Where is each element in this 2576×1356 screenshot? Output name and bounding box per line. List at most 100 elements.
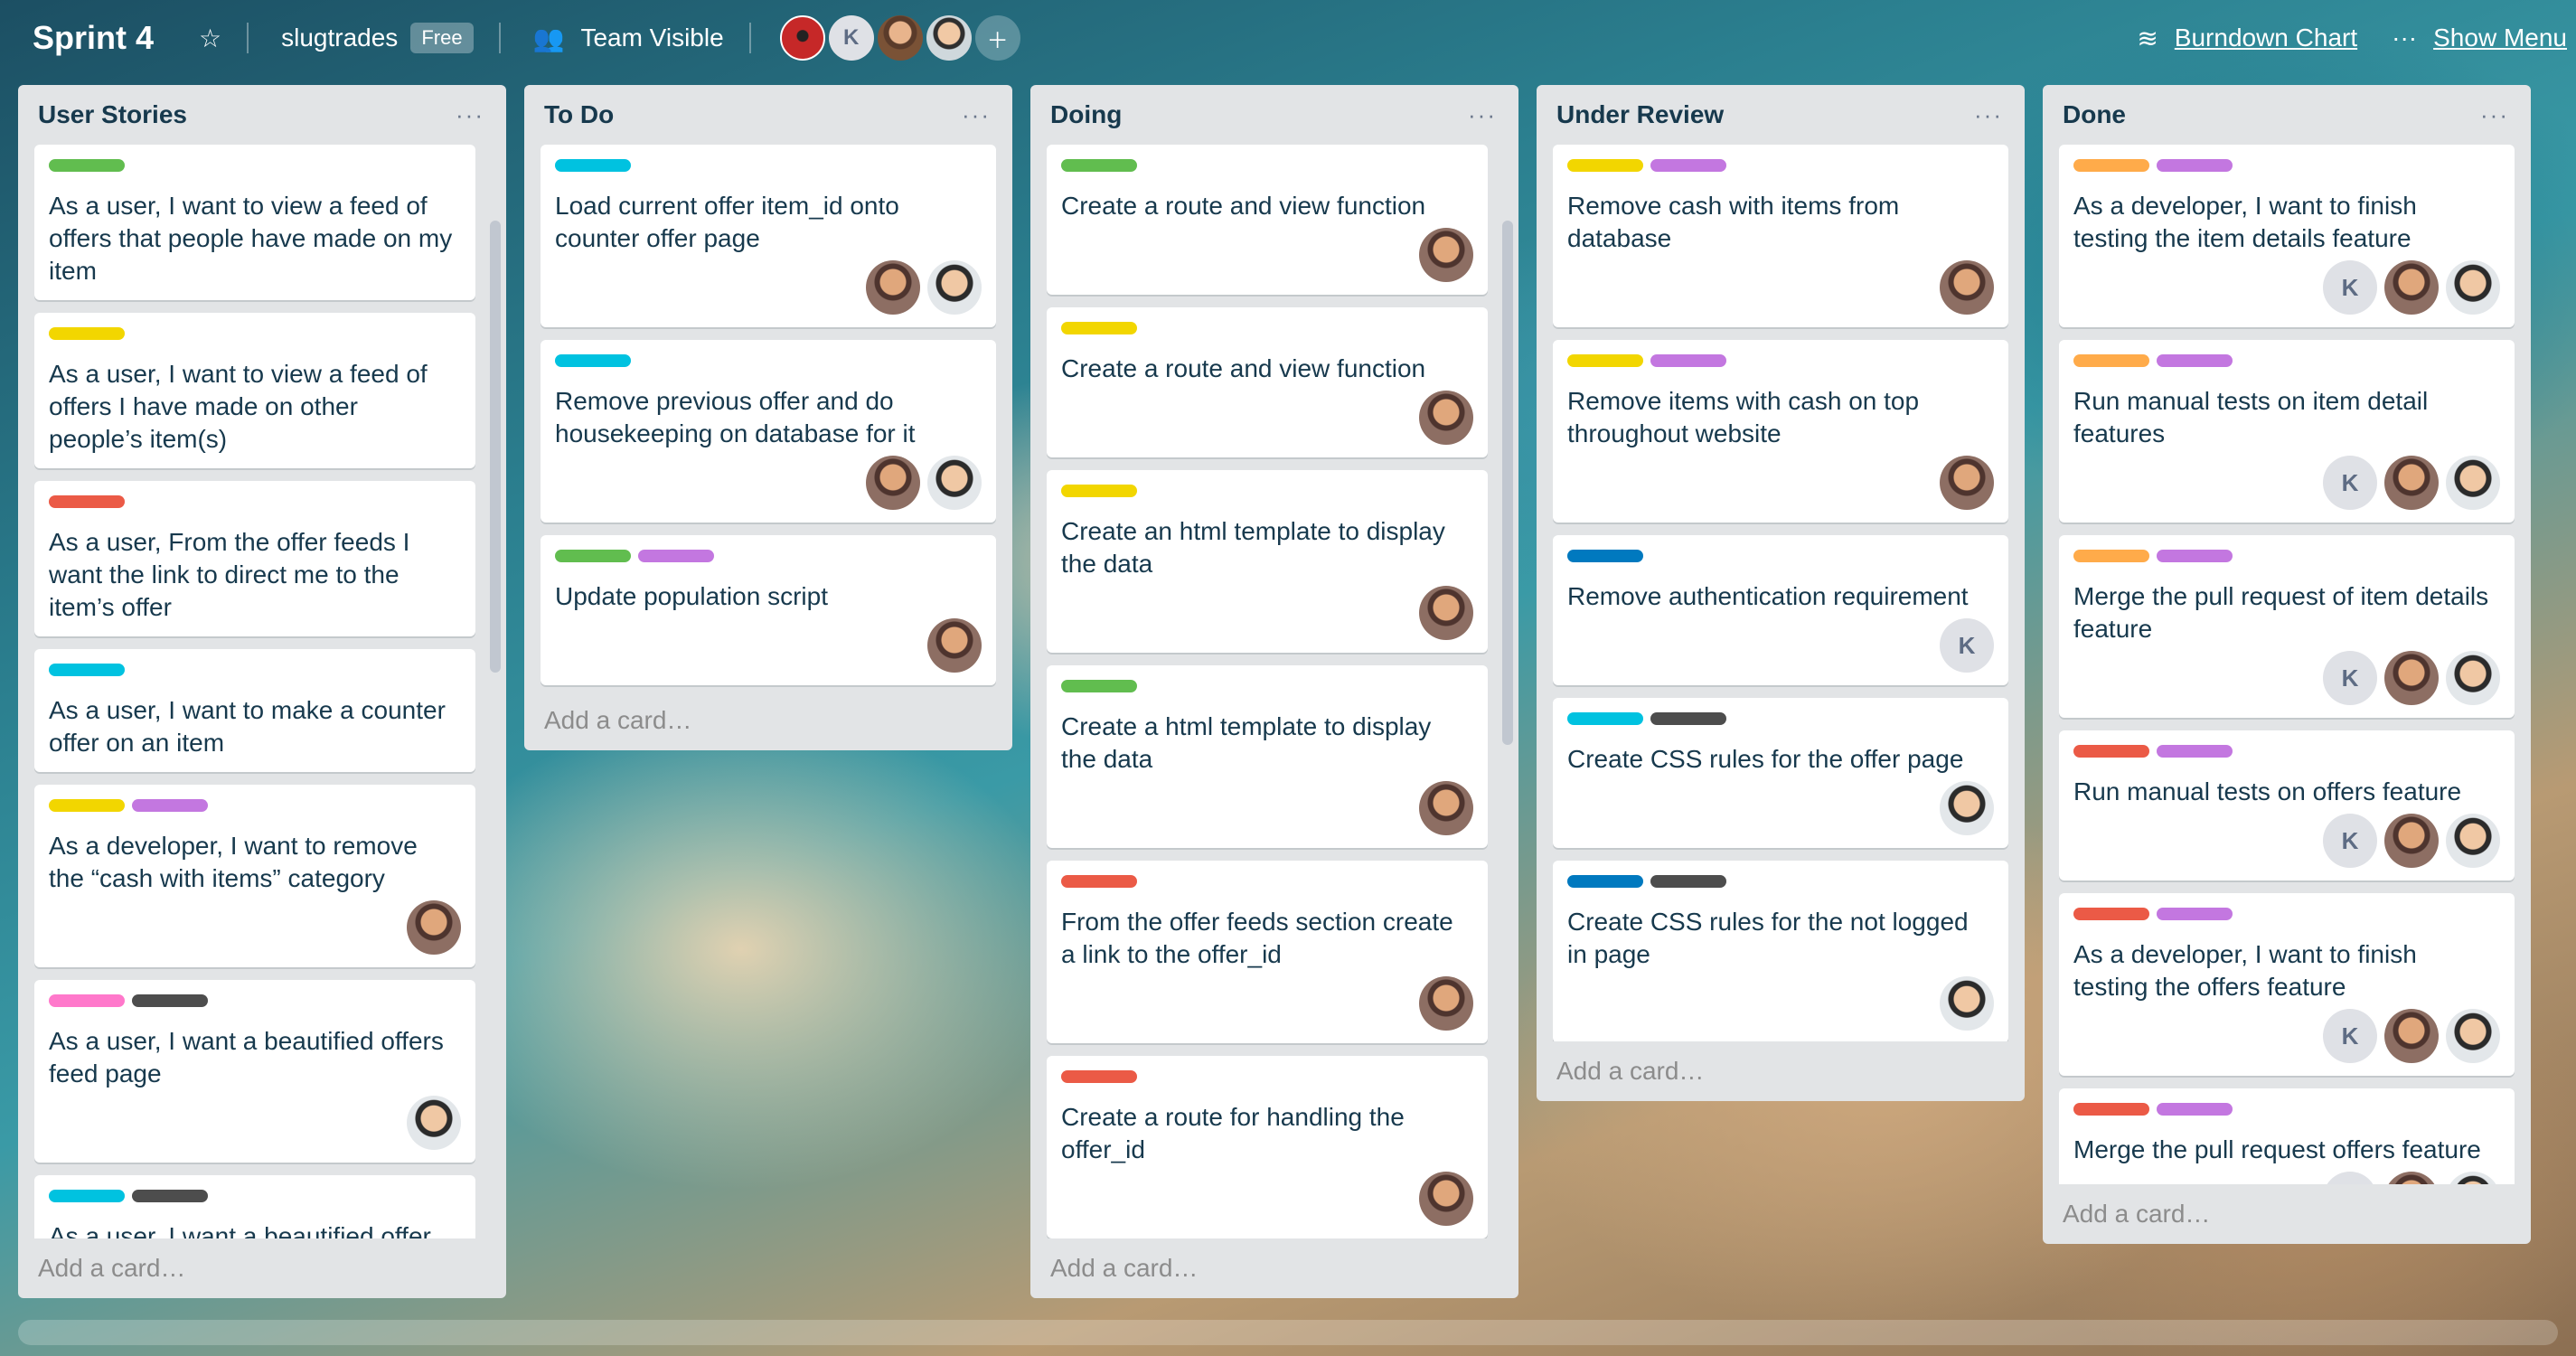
card[interactable]: As a developer, I want to remove the “ca… (34, 785, 475, 967)
card[interactable]: Create a route and view function (1047, 145, 1488, 295)
horizontal-scrollbar[interactable] (18, 1320, 2558, 1345)
card[interactable]: As a user, I want to view a feed of offe… (34, 145, 475, 300)
card[interactable]: Run manual tests on offers feature K (2059, 730, 2515, 880)
card-members (49, 1096, 461, 1150)
card-title: As a developer, I want to finish testing… (2073, 192, 2417, 252)
avatar[interactable] (866, 260, 920, 315)
avatar[interactable] (1940, 260, 1994, 315)
avatar[interactable] (2446, 814, 2500, 868)
list-menu-icon[interactable]: ··· (1974, 101, 2003, 129)
card[interactable]: Create a route for handling the offer_id (1047, 1056, 1488, 1238)
avatar[interactable] (1419, 391, 1473, 445)
avatar[interactable] (2384, 456, 2439, 510)
card[interactable]: Remove cash with items from database (1553, 145, 2008, 327)
list-scrollbar[interactable] (490, 221, 501, 673)
avatar[interactable] (2446, 260, 2500, 315)
card[interactable]: Merge the pull request offers feature K (2059, 1088, 2515, 1184)
avatar[interactable] (1940, 976, 1994, 1031)
add-card-button[interactable]: Add a card… (2059, 1184, 2515, 1244)
add-card-button[interactable]: Add a card… (34, 1238, 490, 1298)
card[interactable]: Create an html template to display the d… (1047, 470, 1488, 653)
avatar[interactable]: K (2323, 651, 2377, 705)
avatar[interactable] (927, 456, 982, 510)
list-title[interactable]: User Stories (38, 100, 187, 129)
avatar[interactable] (2384, 651, 2439, 705)
card[interactable]: Remove authentication requirement K (1553, 535, 2008, 685)
card[interactable]: As a user, From the offer feeds I want t… (34, 481, 475, 636)
add-card-button[interactable]: Add a card… (541, 691, 996, 750)
list-scrollbar[interactable] (1502, 221, 1513, 745)
board-title[interactable]: Sprint 4 (33, 19, 154, 57)
card[interactable]: Remove items with cash on top throughout… (1553, 340, 2008, 523)
avatar[interactable]: K (828, 15, 874, 61)
avatar[interactable] (2446, 1009, 2500, 1063)
card[interactable]: Load current offer item_id onto counter … (541, 145, 996, 327)
list-menu-icon[interactable]: ··· (962, 101, 991, 129)
card-label (49, 994, 125, 1007)
burndown-button[interactable]: ≋ Burndown Chart (2128, 14, 2366, 61)
avatar[interactable] (1940, 781, 1994, 835)
avatar[interactable]: K (2323, 456, 2377, 510)
card[interactable]: Remove previous offer and do housekeepin… (541, 340, 996, 523)
card[interactable]: As a user, I want a beautified offer pag… (34, 1175, 475, 1238)
card[interactable]: As a developer, I want to finish testing… (2059, 145, 2515, 327)
card-title: Create an html template to display the d… (1061, 517, 1445, 578)
avatar[interactable] (1419, 976, 1473, 1031)
card[interactable]: Create CSS rules for the not logged in p… (1553, 861, 2008, 1041)
list-title[interactable]: To Do (544, 100, 614, 129)
avatar[interactable] (877, 15, 923, 61)
avatar[interactable] (1940, 456, 1994, 510)
avatar[interactable] (1419, 1172, 1473, 1226)
avatar[interactable] (407, 1096, 461, 1150)
list-title[interactable]: Under Review (1556, 100, 1724, 129)
list-title[interactable]: Done (2063, 100, 2126, 129)
avatar[interactable] (2384, 1009, 2439, 1063)
avatar[interactable] (407, 900, 461, 955)
avatar[interactable] (2384, 260, 2439, 315)
avatar[interactable] (927, 618, 982, 673)
avatar[interactable] (926, 15, 972, 61)
add-member-icon[interactable]: ＋ (974, 15, 1020, 61)
card[interactable]: From the offer feeds section create a li… (1047, 861, 1488, 1043)
star-button[interactable]: ☆ (190, 14, 230, 61)
card[interactable]: Create CSS rules for the offer page (1553, 698, 2008, 848)
avatar[interactable]: K (2323, 1009, 2377, 1063)
list-title[interactable]: Doing (1050, 100, 1122, 129)
card[interactable]: Create a html template to display the da… (1047, 665, 1488, 848)
list-menu-icon[interactable]: ··· (2480, 101, 2509, 129)
card-members: K (2073, 651, 2500, 705)
avatar[interactable] (2384, 1172, 2439, 1184)
team-button[interactable]: slugtrades Free (272, 14, 482, 61)
avatar[interactable] (1419, 586, 1473, 640)
visibility-button[interactable]: 👥 Team Visible (524, 14, 733, 61)
avatar[interactable]: K (2323, 1172, 2377, 1184)
avatar[interactable]: K (2323, 260, 2377, 315)
avatar[interactable] (779, 15, 825, 61)
card[interactable]: Create a route and view function (1047, 307, 1488, 457)
card[interactable]: Merge the pull request of item details f… (2059, 535, 2515, 718)
card-title: Remove items with cash on top throughout… (1567, 387, 1920, 447)
add-card-button[interactable]: Add a card… (1047, 1238, 1502, 1298)
avatar[interactable] (2446, 651, 2500, 705)
avatar[interactable] (1419, 228, 1473, 282)
card[interactable]: Run manual tests on item detail features… (2059, 340, 2515, 523)
avatar[interactable] (2384, 814, 2439, 868)
avatar[interactable]: K (1940, 618, 1994, 673)
avatar[interactable] (2446, 456, 2500, 510)
list-menu-icon[interactable]: ··· (1468, 101, 1497, 129)
avatar[interactable] (866, 456, 920, 510)
card[interactable]: Update population script (541, 535, 996, 685)
show-menu-button[interactable]: ··· Show Menu (2383, 14, 2576, 61)
avatar[interactable] (927, 260, 982, 315)
avatar[interactable] (1419, 781, 1473, 835)
card[interactable]: As a developer, I want to finish testing… (2059, 893, 2515, 1076)
list-menu-icon[interactable]: ··· (456, 101, 484, 129)
card[interactable]: As a user, I want to view a feed of offe… (34, 313, 475, 468)
card[interactable]: As a user, I want to make a counter offe… (34, 649, 475, 772)
add-card-button[interactable]: Add a card… (1553, 1041, 2008, 1101)
avatar[interactable] (2446, 1172, 2500, 1184)
card[interactable]: As a user, I want a beautified offers fe… (34, 980, 475, 1163)
card-labels (1567, 712, 1994, 725)
card-members (555, 456, 982, 510)
avatar[interactable]: K (2323, 814, 2377, 868)
